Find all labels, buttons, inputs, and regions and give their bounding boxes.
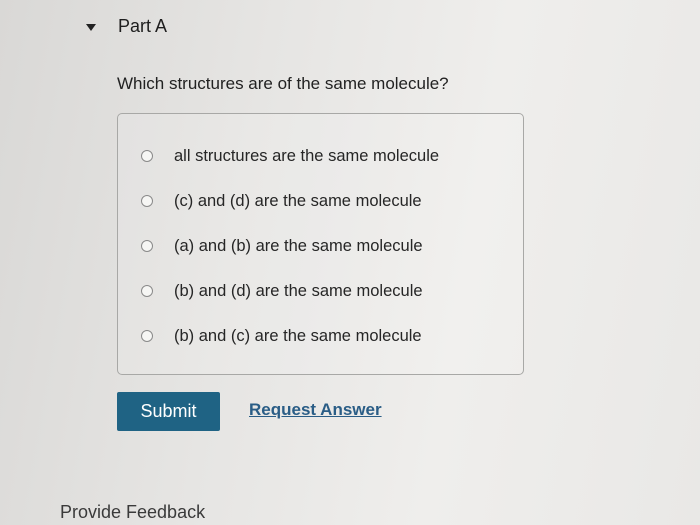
option-label: (a) and (b) are the same molecule	[174, 236, 423, 255]
answer-options-group: all structures are the same molecule (c)…	[117, 113, 524, 375]
submit-button[interactable]: Submit	[117, 392, 220, 431]
radio-button[interactable]	[141, 285, 153, 297]
option-label: all structures are the same molecule	[174, 146, 440, 165]
provide-feedback-link[interactable]: Provide Feedback	[60, 502, 205, 523]
option-a-b[interactable]: (a) and (b) are the same molecule	[141, 235, 423, 257]
radio-button[interactable]	[141, 195, 153, 207]
option-label: (c) and (d) are the same molecule	[174, 191, 422, 210]
question-text: Which structures are of the same molecul…	[117, 74, 449, 93]
part-title: Part A	[118, 15, 168, 36]
option-label: (b) and (d) are the same molecule	[174, 281, 423, 300]
caret-down-icon[interactable]	[86, 23, 96, 31]
option-label: (b) and (c) are the same molecule	[174, 326, 422, 345]
radio-button[interactable]	[141, 150, 153, 162]
option-b-c[interactable]: (b) and (c) are the same molecule	[141, 325, 422, 347]
radio-button[interactable]	[141, 240, 153, 252]
part-header[interactable]: Part A	[86, 14, 167, 38]
option-c-d[interactable]: (c) and (d) are the same molecule	[141, 190, 422, 212]
option-b-d[interactable]: (b) and (d) are the same molecule	[141, 280, 423, 302]
option-all-same[interactable]: all structures are the same molecule	[141, 145, 439, 167]
request-answer-link[interactable]: Request Answer	[249, 400, 382, 420]
radio-button[interactable]	[141, 330, 153, 342]
